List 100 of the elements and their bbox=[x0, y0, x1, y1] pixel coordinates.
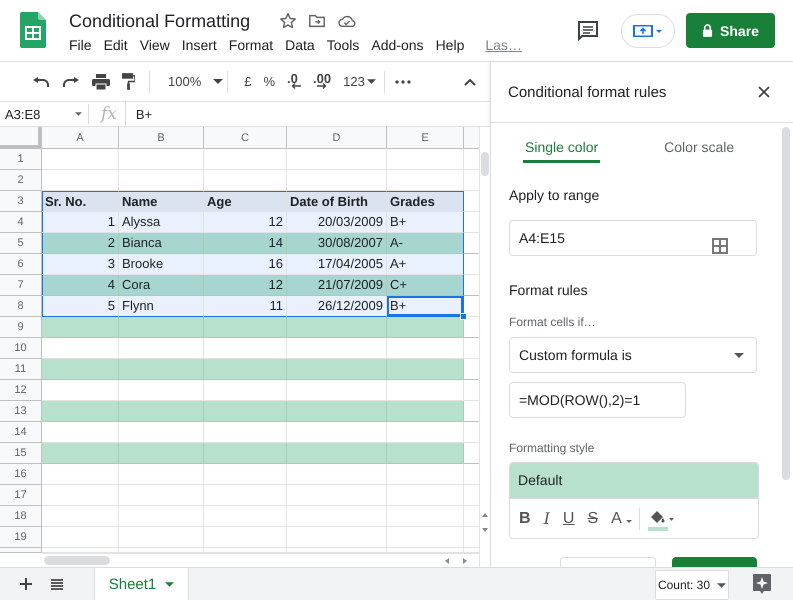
formula-field[interactable]: =MOD(ROW(),2)=1 bbox=[509, 382, 686, 418]
table-cell[interactable]: Name bbox=[119, 191, 204, 212]
table-cell[interactable]: 3 bbox=[42, 254, 119, 275]
column-header[interactable]: E bbox=[387, 127, 464, 149]
table-cell[interactable] bbox=[119, 422, 204, 443]
caret-icon[interactable] bbox=[366, 79, 376, 84]
summary-dropdown[interactable]: Count: 30 bbox=[655, 570, 729, 600]
row-header[interactable] bbox=[0, 548, 42, 553]
table-cell[interactable] bbox=[387, 443, 464, 464]
table-cell[interactable] bbox=[204, 380, 287, 401]
row-header[interactable]: 14 bbox=[0, 422, 42, 443]
table-cell[interactable]: B+ bbox=[387, 212, 464, 233]
table-cell[interactable] bbox=[42, 401, 119, 422]
table-cell[interactable] bbox=[119, 317, 204, 338]
table-cell[interactable] bbox=[204, 506, 287, 527]
column-header[interactable]: B bbox=[119, 127, 204, 149]
column-header[interactable]: A bbox=[42, 127, 119, 149]
menu-item[interactable]: File bbox=[69, 37, 98, 53]
table-cell[interactable]: B+ bbox=[387, 296, 464, 317]
format-button[interactable]: .0 bbox=[287, 72, 302, 92]
table-cell[interactable] bbox=[42, 317, 119, 338]
text-style-button[interactable]: I bbox=[544, 509, 550, 528]
table-cell[interactable]: 5 bbox=[42, 296, 119, 317]
undo-icon[interactable] bbox=[32, 76, 50, 88]
table-cell[interactable]: 12 bbox=[204, 212, 287, 233]
table-cell[interactable] bbox=[42, 485, 119, 506]
name-box[interactable]: A3:E8 bbox=[0, 106, 88, 122]
table-cell[interactable]: 16 bbox=[204, 254, 287, 275]
explore-icon[interactable] bbox=[753, 574, 771, 594]
table-cell[interactable]: 30/08/2007 bbox=[287, 233, 387, 254]
table-cell[interactable] bbox=[387, 380, 464, 401]
table-cell[interactable] bbox=[204, 317, 287, 338]
table-cell[interactable] bbox=[287, 527, 387, 548]
table-cell[interactable] bbox=[204, 359, 287, 380]
scrollbar-thumb[interactable] bbox=[782, 127, 790, 480]
row-header[interactable]: 16 bbox=[0, 464, 42, 485]
table-cell[interactable] bbox=[387, 485, 464, 506]
table-cell[interactable]: 2 bbox=[42, 233, 119, 254]
table-cell[interactable] bbox=[204, 464, 287, 485]
table-cell[interactable] bbox=[287, 149, 387, 170]
zoom-dropdown[interactable]: 100% bbox=[168, 74, 224, 89]
star-icon[interactable] bbox=[279, 12, 298, 30]
table-cell[interactable] bbox=[287, 359, 387, 380]
table-cell[interactable] bbox=[387, 527, 464, 548]
table-cell[interactable]: Bianca bbox=[119, 233, 204, 254]
table-cell[interactable]: Grades bbox=[387, 191, 464, 212]
style-preview[interactable]: Default bbox=[510, 463, 758, 498]
table-cell[interactable] bbox=[204, 485, 287, 506]
table-cell[interactable] bbox=[119, 359, 204, 380]
caret-icon[interactable] bbox=[213, 79, 224, 84]
table-cell[interactable]: Cora bbox=[119, 275, 204, 296]
table-cell[interactable] bbox=[387, 464, 464, 485]
table-cell[interactable] bbox=[42, 422, 119, 443]
menu-item[interactable]: Tools bbox=[320, 37, 366, 53]
column-header[interactable] bbox=[464, 127, 480, 149]
table-cell[interactable] bbox=[287, 380, 387, 401]
row-header[interactable]: 17 bbox=[0, 485, 42, 506]
row-header[interactable]: 18 bbox=[0, 506, 42, 527]
table-cell[interactable]: 4 bbox=[42, 275, 119, 296]
table-cell[interactable] bbox=[42, 380, 119, 401]
paint-format-icon[interactable] bbox=[122, 73, 135, 90]
print-icon[interactable] bbox=[92, 74, 110, 90]
table-cell[interactable] bbox=[387, 338, 464, 359]
table-cell[interactable]: 20/03/2009 bbox=[287, 212, 387, 233]
scroll-right-icon[interactable] bbox=[463, 558, 468, 564]
row-header[interactable]: 5 bbox=[0, 233, 42, 254]
row-header[interactable]: 11 bbox=[0, 359, 42, 380]
table-cell[interactable] bbox=[204, 443, 287, 464]
scrollbar-thumb[interactable] bbox=[481, 152, 490, 176]
table-cell[interactable]: 12 bbox=[204, 275, 287, 296]
row-header[interactable]: 3 bbox=[0, 191, 42, 212]
table-cell[interactable]: 1 bbox=[42, 212, 119, 233]
row-header[interactable]: 6 bbox=[0, 254, 42, 275]
table-cell[interactable] bbox=[42, 338, 119, 359]
condition-dropdown[interactable]: Custom formula is bbox=[509, 337, 757, 373]
redo-icon[interactable] bbox=[62, 76, 80, 88]
table-cell[interactable]: Brooke bbox=[119, 254, 204, 275]
table-cell[interactable] bbox=[119, 338, 204, 359]
menu-item[interactable]: View bbox=[134, 37, 176, 53]
text-style-button[interactable]: A bbox=[611, 510, 632, 528]
row-header[interactable]: 12 bbox=[0, 380, 42, 401]
menu-item[interactable]: Insert bbox=[176, 37, 223, 53]
last-edit-link[interactable]: Las… bbox=[485, 37, 522, 53]
add-sheet-icon[interactable] bbox=[20, 578, 32, 590]
menu-item[interactable]: Add-ons bbox=[365, 37, 430, 53]
table-cell[interactable] bbox=[387, 422, 464, 443]
column-header[interactable]: D bbox=[287, 127, 387, 149]
menu-item[interactable]: Data bbox=[279, 37, 321, 53]
table-cell[interactable] bbox=[204, 170, 287, 191]
folder-icon[interactable] bbox=[308, 12, 326, 30]
row-header[interactable]: 7 bbox=[0, 275, 42, 296]
format-button[interactable]: % bbox=[263, 74, 276, 89]
text-style-button[interactable]: U bbox=[562, 510, 574, 528]
document-title[interactable]: Conditional Formatting bbox=[69, 10, 250, 32]
sheets-logo-icon[interactable] bbox=[20, 12, 46, 48]
menu-item[interactable]: Format bbox=[222, 37, 280, 53]
menu-item[interactable]: Edit bbox=[98, 37, 134, 53]
table-cell[interactable] bbox=[119, 443, 204, 464]
table-cell[interactable]: C+ bbox=[387, 275, 464, 296]
table-cell[interactable] bbox=[287, 464, 387, 485]
